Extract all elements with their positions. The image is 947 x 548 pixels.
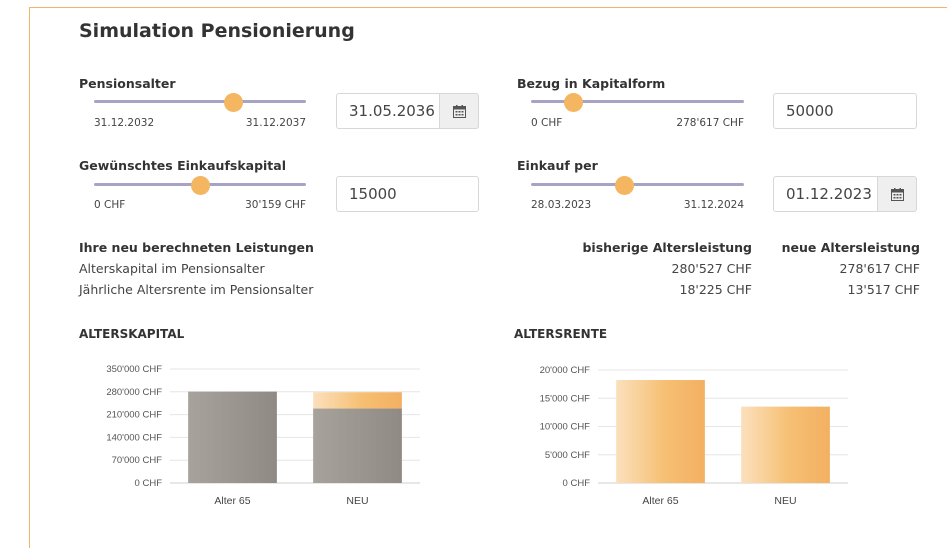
pensionsalter-calendar-button[interactable] (440, 93, 479, 129)
column-neue: neue Altersleistung (781, 240, 920, 255)
einkauf-per-date-input[interactable]: 01.12.2023 (773, 176, 878, 212)
altersrente-chart-title: ALTERSRENTE (514, 327, 608, 341)
bar[interactable] (188, 391, 277, 483)
pensionsalter-min-label: 31.12.2032 (94, 117, 155, 129)
y-tick-label: 210'000 CHF (106, 410, 162, 421)
bezug-min-label: 0 CHF (531, 117, 563, 129)
calendar-icon (891, 188, 904, 201)
einkauf-per-calendar-button[interactable] (878, 176, 917, 212)
y-tick-label: 0 CHF (563, 478, 591, 489)
y-tick-label: 0 CHF (135, 478, 163, 489)
x-category-label: NEU (346, 495, 368, 507)
alterskapital-chart-title: ALTERSKAPITAL (79, 327, 185, 341)
pensionsalter-label: Pensionsalter (79, 76, 176, 91)
y-tick-label: 5'000 CHF (545, 450, 590, 461)
einkauf-per-slider-track[interactable] (531, 176, 744, 195)
y-tick-label: 10'000 CHF (540, 422, 591, 433)
row-alterskapital-new: 278'617 CHF (839, 261, 920, 276)
altersrente-chart: 0 CHF 5'000 CHF 10'000 CHF 15'000 CHF 20'000… (540, 365, 848, 507)
alterskapital-chart: 0 CHF 70'000 CHF 140'000 CHF 210'000 CHF 280… (106, 364, 420, 507)
bezug-max-label: 278'617 CHF (676, 117, 744, 129)
y-tick-label: 140'000 CHF (106, 432, 162, 443)
einkauf-per-min-label: 28.03.2023 (531, 199, 592, 211)
row-altersrente-old: 18'225 CHF (679, 282, 753, 297)
einkaufskapital-slider-track[interactable] (94, 176, 306, 195)
bezug-label: Bezug in Kapitalform (517, 76, 666, 91)
leistungen-heading: Ihre neu berechneten Leistungen (79, 240, 314, 255)
bezug-slider-track[interactable] (531, 93, 744, 112)
bar[interactable] (616, 380, 705, 483)
bar[interactable] (741, 406, 830, 483)
einkaufskapital-max-label: 30'159 CHF (245, 199, 306, 211)
bezug-slider-handle[interactable] (564, 93, 584, 112)
y-tick-label: 70'000 CHF (112, 455, 163, 466)
x-category-label: Alter 65 (642, 495, 678, 507)
column-bisherige: bisherige Altersleistung (582, 240, 752, 255)
bar[interactable] (313, 392, 402, 409)
einkauf-per-max-label: 31.12.2024 (683, 199, 744, 211)
einkaufskapital-slider-handle[interactable] (190, 176, 210, 195)
y-tick-label: 20'000 CHF (540, 365, 591, 376)
bar[interactable] (313, 408, 402, 483)
einkaufskapital-min-label: 0 CHF (94, 199, 126, 211)
row-alterskapital-old: 280'527 CHF (671, 261, 752, 276)
page-title: Simulation Pensionierung (79, 20, 355, 42)
y-tick-label: 280'000 CHF (106, 387, 162, 398)
einkaufskapital-label: Gewünschtes Einkaufskapital (79, 158, 287, 173)
row-alterskapital-label: Alterskapital im Pensionsalter (79, 261, 265, 276)
bezug-amount-input[interactable]: 50000 (773, 93, 917, 129)
einkauf-per-label: Einkauf per (517, 158, 598, 173)
pensionsalter-max-label: 31.12.2037 (245, 117, 306, 129)
pensionsalter-slider-track[interactable] (94, 93, 306, 112)
x-category-label: Alter 65 (214, 495, 250, 507)
calendar-icon (453, 105, 466, 118)
y-tick-label: 350'000 CHF (106, 364, 162, 375)
einkaufskapital-input[interactable]: 15000 (336, 176, 479, 212)
row-altersrente-label: Jährliche Altersrente im Pensionsalter (79, 282, 314, 297)
x-category-label: NEU (774, 495, 796, 507)
y-tick-label: 15'000 CHF (540, 393, 591, 404)
pensionsalter-date-input[interactable]: 31.05.2036 (336, 93, 440, 129)
row-altersrente-new: 13'517 CHF (847, 282, 921, 297)
